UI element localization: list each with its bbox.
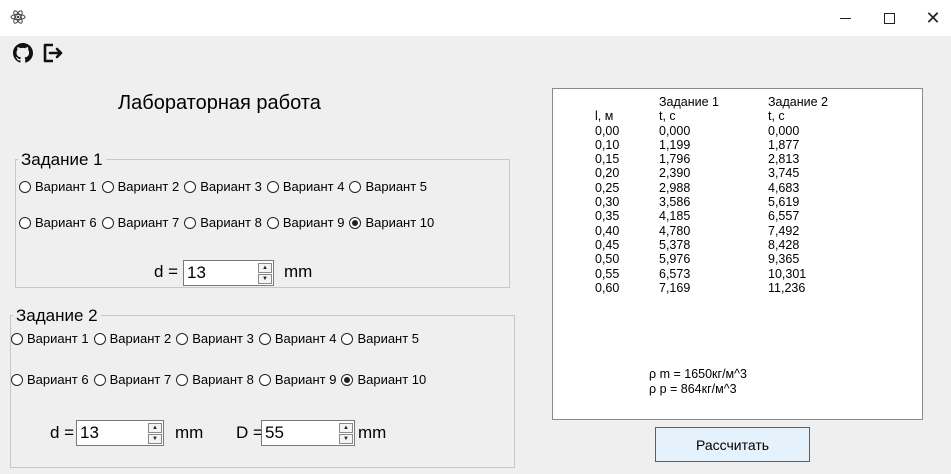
task2-variants-row1: Вариант 1 Вариант 2 Вариант 3 Вариант 4 … xyxy=(11,331,424,346)
task2-variant-3[interactable]: Вариант 3 xyxy=(176,331,254,346)
task1-d-value: 13 xyxy=(187,263,206,282)
task2-d-label: d = xyxy=(50,423,75,442)
exit-icon[interactable] xyxy=(39,40,65,66)
radio-checked-icon xyxy=(349,216,362,229)
page-title: Лабораторная работа xyxy=(118,92,321,114)
task1-variants-row2: Вариант 6 Вариант 7 Вариант 8 Вариант 9 … xyxy=(19,215,439,230)
radio-icon xyxy=(176,332,189,345)
radio-icon xyxy=(184,180,197,193)
radio-icon xyxy=(349,180,362,193)
task1-variant-10[interactable]: Вариант 10 xyxy=(349,215,434,230)
github-icon[interactable] xyxy=(10,40,36,66)
radio-icon xyxy=(266,180,279,193)
radio-icon xyxy=(93,373,106,386)
results-col-task2: Задание 2 t, c 0,000 1,877 2,813 3,745 4… xyxy=(768,95,829,295)
task2-legend: Задание 2 xyxy=(13,306,101,326)
task1-d-label: d = xyxy=(154,262,179,281)
minimize-button[interactable] xyxy=(822,0,868,36)
spin-up-icon[interactable]: ▲ xyxy=(339,422,353,433)
spin-up-icon[interactable]: ▲ xyxy=(148,422,162,433)
radio-icon xyxy=(101,180,114,193)
task1-variant-5[interactable]: Вариант 5 xyxy=(349,179,427,194)
radio-icon xyxy=(184,216,197,229)
task2-D-unit: mm xyxy=(358,423,387,442)
task2-variant-7[interactable]: Вариант 7 xyxy=(93,372,171,387)
results-col-l: l, м 0,00 0,10 0,15 0,20 0,25 0,30 0,35 … xyxy=(595,109,620,295)
radio-icon xyxy=(11,373,23,386)
task1-variant-6[interactable]: Вариант 6 xyxy=(19,215,97,230)
calculate-button[interactable]: Рассчитать xyxy=(655,427,810,462)
task2-variant-2[interactable]: Вариант 2 xyxy=(93,331,171,346)
close-icon: ✕ xyxy=(925,8,941,28)
task1-legend: Задание 1 xyxy=(18,150,106,170)
atom-icon xyxy=(10,9,26,25)
spin-down-icon[interactable]: ▼ xyxy=(148,433,162,444)
title-bar: ✕ xyxy=(0,0,951,36)
radio-icon xyxy=(266,216,279,229)
radio-icon xyxy=(101,216,114,229)
task1-variant-3[interactable]: Вариант 3 xyxy=(184,179,262,194)
task1-d-stepper[interactable]: 13 ▲ ▼ xyxy=(183,260,274,286)
task1-variant-7[interactable]: Вариант 7 xyxy=(101,215,179,230)
task2-variant-1[interactable]: Вариант 1 xyxy=(11,331,89,346)
spin-down-icon[interactable]: ▼ xyxy=(258,273,272,284)
results-textbox[interactable]: l, м 0,00 0,10 0,15 0,20 0,25 0,30 0,35 … xyxy=(552,88,923,420)
density-info: ρ m = 1650кг/м^3 ρ p = 864кг/м^3 xyxy=(649,367,747,397)
task2-variant-9[interactable]: Вариант 9 xyxy=(258,372,336,387)
task2-variant-10[interactable]: Вариант 10 xyxy=(341,372,426,387)
task1-d-unit: mm xyxy=(284,262,313,281)
radio-icon xyxy=(19,180,31,193)
spin-down-icon[interactable]: ▼ xyxy=(339,433,353,444)
task2-variant-4[interactable]: Вариант 4 xyxy=(258,331,336,346)
radio-icon xyxy=(258,332,271,345)
density-m: ρ m = 1650кг/м^3 xyxy=(649,367,747,381)
radio-icon xyxy=(19,216,31,229)
radio-checked-icon xyxy=(341,373,354,386)
task2-variant-5[interactable]: Вариант 5 xyxy=(341,331,419,346)
maximize-button[interactable] xyxy=(866,0,912,36)
task1-variant-9[interactable]: Вариант 9 xyxy=(266,215,344,230)
density-p: ρ p = 864кг/м^3 xyxy=(649,382,737,396)
radio-icon xyxy=(93,332,106,345)
task2-d-stepper[interactable]: 13 ▲ ▼ xyxy=(76,420,164,446)
task2-variant-6[interactable]: Вариант 6 xyxy=(11,372,89,387)
toolbar xyxy=(10,40,65,66)
radio-icon xyxy=(11,332,23,345)
task2-variant-8[interactable]: Вариант 8 xyxy=(176,372,254,387)
task2-d-value: 13 xyxy=(80,423,99,442)
spin-up-icon[interactable]: ▲ xyxy=(258,262,272,273)
task2-d-unit: mm xyxy=(175,423,204,442)
task1-variant-8[interactable]: Вариант 8 xyxy=(184,215,262,230)
results-col-task1: Задание 1 t, c 0,000 1,199 1,796 2,390 2… xyxy=(659,95,720,295)
main-panel: Лабораторная работа Задание 1 Вариант 1 … xyxy=(0,36,951,474)
task1-variant-1[interactable]: Вариант 1 xyxy=(19,179,97,194)
radio-icon xyxy=(341,332,354,345)
task2-variants-row2: Вариант 6 Вариант 7 Вариант 8 Вариант 9 … xyxy=(11,372,431,387)
radio-icon xyxy=(258,373,271,386)
task2-D-value: 55 xyxy=(265,423,284,442)
radio-icon xyxy=(176,373,189,386)
task1-variants-row1: Вариант 1 Вариант 2 Вариант 3 Вариант 4 … xyxy=(19,179,432,194)
task2-D-stepper[interactable]: 55 ▲ ▼ xyxy=(261,420,355,446)
close-button[interactable]: ✕ xyxy=(910,0,951,36)
task1-variant-4[interactable]: Вариант 4 xyxy=(266,179,344,194)
task2-D-label: D = xyxy=(236,423,263,442)
task1-variant-2[interactable]: Вариант 2 xyxy=(101,179,179,194)
